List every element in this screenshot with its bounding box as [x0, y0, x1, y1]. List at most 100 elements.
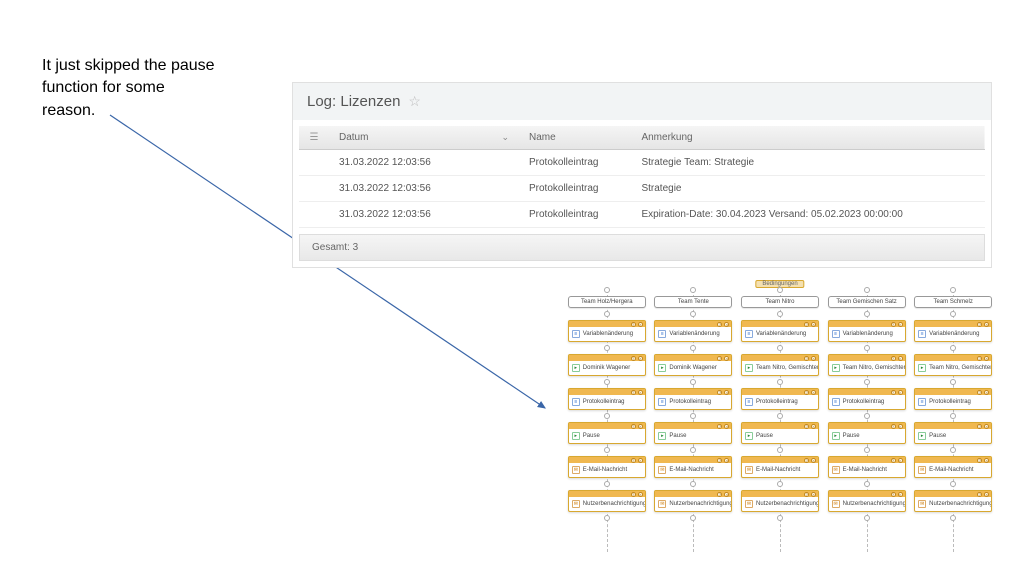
table-row[interactable]: 31.03.2022 12:03:56ProtokolleintragStrat…: [299, 176, 985, 202]
node-action-icon[interactable]: ?: [717, 390, 722, 395]
node-action-icon[interactable]: ?: [631, 492, 636, 497]
workflow-node[interactable]: ?×▸Dominik Wagener: [654, 354, 732, 376]
node-close-icon[interactable]: ×: [638, 458, 643, 463]
node-close-icon[interactable]: ×: [724, 356, 729, 361]
node-close-icon[interactable]: ×: [811, 322, 816, 327]
node-action-icon[interactable]: ?: [891, 356, 896, 361]
table-row[interactable]: 31.03.2022 12:03:56ProtokolleintragExpir…: [299, 202, 985, 228]
workflow-node[interactable]: ?×▸Team Nitro, Gemischter Satz: [914, 354, 992, 376]
team-header[interactable]: Team Holz/Hergera: [568, 296, 646, 308]
node-close-icon[interactable]: ×: [724, 458, 729, 463]
workflow-node[interactable]: ?×✉E-Mail-Nachricht: [914, 456, 992, 478]
node-action-icon[interactable]: ?: [977, 424, 982, 429]
node-action-icon[interactable]: ?: [717, 424, 722, 429]
node-action-icon[interactable]: ?: [631, 424, 636, 429]
node-close-icon[interactable]: ×: [811, 458, 816, 463]
node-action-icon[interactable]: ?: [631, 458, 636, 463]
column-header-anmerkung[interactable]: Anmerkung: [631, 126, 985, 150]
workflow-node[interactable]: ?×✉Nutzerbenachrichtigung: [568, 490, 646, 512]
node-action-icon[interactable]: ?: [631, 390, 636, 395]
workflow-node[interactable]: ?×≡Protokolleintrag: [828, 388, 906, 410]
node-close-icon[interactable]: ×: [984, 322, 989, 327]
node-close-icon[interactable]: ×: [984, 424, 989, 429]
workflow-node[interactable]: ?×✉Nutzerbenachrichtigung: [741, 490, 819, 512]
workflow-node[interactable]: ?×≡Protokolleintrag: [568, 388, 646, 410]
star-icon[interactable]: ☆: [408, 93, 421, 110]
node-close-icon[interactable]: ×: [638, 390, 643, 395]
node-close-icon[interactable]: ×: [638, 424, 643, 429]
workflow-node[interactable]: ?×≡Protokolleintrag: [914, 388, 992, 410]
node-action-icon[interactable]: ?: [977, 390, 982, 395]
team-header[interactable]: Team Gemischen Satz: [828, 296, 906, 308]
workflow-node[interactable]: ?×✉E-Mail-Nachricht: [828, 456, 906, 478]
node-close-icon[interactable]: ×: [811, 390, 816, 395]
node-action-icon[interactable]: ?: [891, 322, 896, 327]
node-action-icon[interactable]: ?: [891, 492, 896, 497]
node-close-icon[interactable]: ×: [898, 390, 903, 395]
node-action-icon[interactable]: ?: [717, 322, 722, 327]
node-action-icon[interactable]: ?: [891, 390, 896, 395]
node-close-icon[interactable]: ×: [724, 322, 729, 327]
node-action-icon[interactable]: ?: [804, 492, 809, 497]
node-close-icon[interactable]: ×: [638, 322, 643, 327]
workflow-node[interactable]: ?×✉Nutzerbenachrichtigung: [654, 490, 732, 512]
team-header[interactable]: Team Tente: [654, 296, 732, 308]
workflow-node[interactable]: ?×✉E-Mail-Nachricht: [741, 456, 819, 478]
team-header[interactable]: Team Schmelz: [914, 296, 992, 308]
workflow-node[interactable]: ?×≡Variablenänderung: [654, 320, 732, 342]
workflow-node[interactable]: ?×≡Variablenänderung: [828, 320, 906, 342]
node-close-icon[interactable]: ×: [898, 424, 903, 429]
workflow-node[interactable]: ?×✉Nutzerbenachrichtigung: [914, 490, 992, 512]
node-action-icon[interactable]: ?: [804, 424, 809, 429]
node-action-icon[interactable]: ?: [977, 458, 982, 463]
node-action-icon[interactable]: ?: [977, 322, 982, 327]
workflow-node[interactable]: ?×▸Pause: [914, 422, 992, 444]
workflow-node[interactable]: ?×▸Pause: [568, 422, 646, 444]
hamburger-icon[interactable]: ☰: [299, 126, 329, 150]
node-close-icon[interactable]: ×: [811, 424, 816, 429]
workflow-node[interactable]: ?×▸Pause: [828, 422, 906, 444]
node-action-icon[interactable]: ?: [717, 492, 722, 497]
node-close-icon[interactable]: ×: [898, 322, 903, 327]
node-close-icon[interactable]: ×: [898, 492, 903, 497]
workflow-node[interactable]: ?×▸Pause: [654, 422, 732, 444]
node-action-icon[interactable]: ?: [977, 492, 982, 497]
workflow-node[interactable]: ?×▸Pause: [741, 422, 819, 444]
node-close-icon[interactable]: ×: [984, 492, 989, 497]
workflow-node[interactable]: ?×≡Protokolleintrag: [654, 388, 732, 410]
node-close-icon[interactable]: ×: [638, 356, 643, 361]
column-header-datum[interactable]: Datum ⌄: [329, 126, 519, 150]
node-close-icon[interactable]: ×: [984, 458, 989, 463]
node-action-icon[interactable]: ?: [804, 458, 809, 463]
workflow-node[interactable]: ?×▸Dominik Wagener: [568, 354, 646, 376]
node-close-icon[interactable]: ×: [811, 492, 816, 497]
node-close-icon[interactable]: ×: [898, 356, 903, 361]
node-close-icon[interactable]: ×: [984, 390, 989, 395]
node-close-icon[interactable]: ×: [724, 424, 729, 429]
node-close-icon[interactable]: ×: [811, 356, 816, 361]
node-action-icon[interactable]: ?: [977, 356, 982, 361]
workflow-node[interactable]: ?×≡Variablenänderung: [741, 320, 819, 342]
node-action-icon[interactable]: ?: [717, 458, 722, 463]
node-action-icon[interactable]: ?: [631, 356, 636, 361]
node-close-icon[interactable]: ×: [898, 458, 903, 463]
workflow-node[interactable]: ?×✉Nutzerbenachrichtigung: [828, 490, 906, 512]
node-action-icon[interactable]: ?: [804, 322, 809, 327]
node-close-icon[interactable]: ×: [984, 356, 989, 361]
workflow-node[interactable]: ?×✉E-Mail-Nachricht: [568, 456, 646, 478]
node-action-icon[interactable]: ?: [631, 322, 636, 327]
column-header-name[interactable]: Name: [519, 126, 631, 150]
workflow-node[interactable]: ?×≡Protokolleintrag: [741, 388, 819, 410]
workflow-node[interactable]: ?×▸Team Nitro, Gemischter Satz: [828, 354, 906, 376]
node-action-icon[interactable]: ?: [804, 390, 809, 395]
workflow-node[interactable]: ?×≡Variablenänderung: [568, 320, 646, 342]
node-close-icon[interactable]: ×: [638, 492, 643, 497]
team-header[interactable]: Team Nitro: [741, 296, 819, 308]
node-close-icon[interactable]: ×: [724, 390, 729, 395]
workflow-node[interactable]: ?×▸Team Nitro, Gemischter Satz: [741, 354, 819, 376]
node-action-icon[interactable]: ?: [891, 458, 896, 463]
node-action-icon[interactable]: ?: [804, 356, 809, 361]
table-row[interactable]: 31.03.2022 12:03:56ProtokolleintragStrat…: [299, 150, 985, 176]
node-action-icon[interactable]: ?: [717, 356, 722, 361]
workflow-node[interactable]: ?×≡Variablenänderung: [914, 320, 992, 342]
